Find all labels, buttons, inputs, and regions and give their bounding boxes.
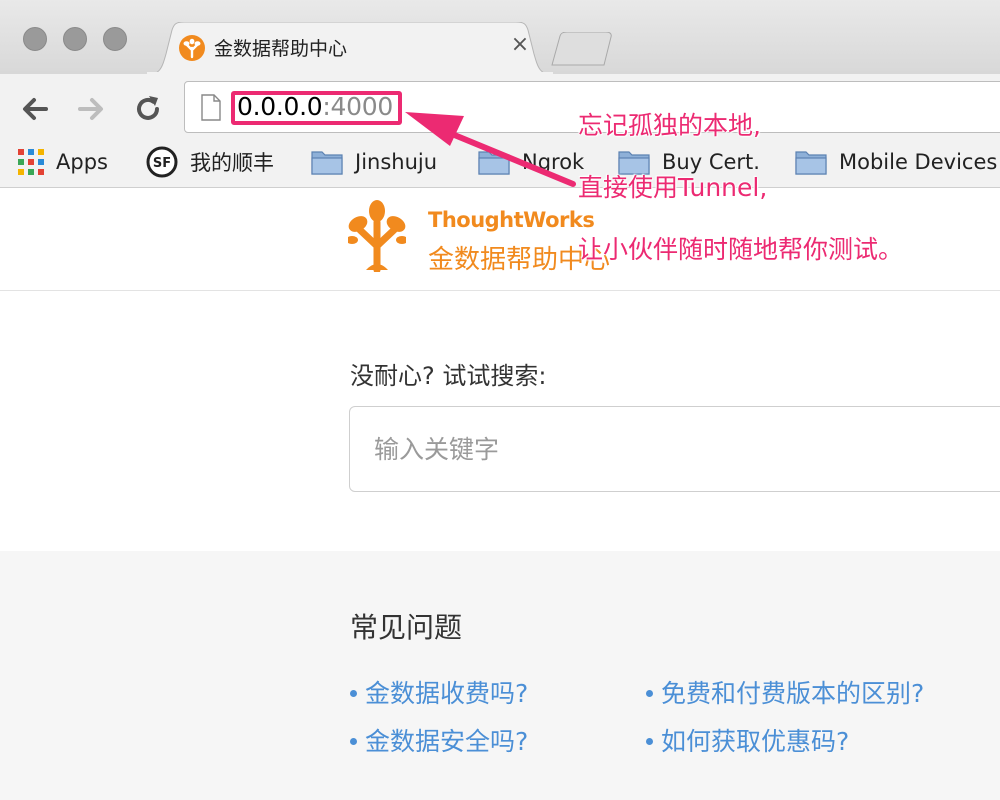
bookmark-folder-mobile-devices[interactable]: Mobile Devices: [795, 140, 997, 184]
faq-link-label: 金数据安全吗?: [365, 727, 529, 756]
bookmark-label: Apps: [56, 150, 108, 174]
svg-text:SF: SF: [153, 156, 171, 171]
faq-link[interactable]: 免费和付费版本的区别?: [646, 674, 924, 710]
bookmark-folder-jinshuju[interactable]: Jinshuju: [311, 140, 437, 184]
url-host: 0.0.0.0: [237, 92, 323, 121]
faq-link[interactable]: 如何获取优惠码?: [646, 722, 849, 758]
bookmark-label: Ngrok: [522, 150, 585, 174]
search-label: 没耐心? 试试搜索:: [350, 362, 547, 390]
bullet-icon: [646, 737, 653, 745]
faq-link[interactable]: 金数据收费吗?: [350, 674, 528, 710]
bookmark-label: Jinshuju: [355, 150, 438, 174]
folder-icon: [795, 149, 827, 175]
folder-icon: [478, 149, 510, 175]
folder-icon: [311, 149, 343, 175]
window-zoom-button[interactable]: [103, 27, 127, 51]
annotation-line-1: 忘记孤独的本地,: [578, 111, 761, 140]
bookmarks-bar: Apps SF 我的顺丰 Jinshuju Ngrok Buy Cert. Mo…: [0, 140, 1000, 188]
faq-link-label: 免费和付费版本的区别?: [661, 679, 925, 708]
faq-link-label: 金数据收费吗?: [365, 679, 529, 708]
bookmark-label: Mobile Devices: [839, 150, 998, 174]
sf-express-icon: SF: [146, 146, 178, 178]
reload-icon[interactable]: [131, 92, 165, 126]
tab-close-icon[interactable]: ×: [508, 32, 532, 57]
bullet-icon: [350, 689, 357, 697]
faq-title: 常见问题: [350, 611, 463, 644]
page-icon: [201, 94, 221, 121]
browser-tab-active[interactable]: 金数据帮助中心 ×: [146, 22, 554, 75]
tab-title: 金数据帮助中心: [214, 38, 348, 60]
bullet-icon: [350, 737, 357, 745]
url-port: :4000: [322, 92, 393, 121]
annotation-line-2: 直接使用Tunnel,: [578, 173, 768, 202]
thoughtworks-tree-logo-icon[interactable]: [348, 200, 406, 272]
brand-name[interactable]: ThoughtWorks: [428, 208, 595, 232]
window-close-button[interactable]: [23, 27, 47, 51]
window-minimize-button[interactable]: [63, 27, 87, 51]
bookmark-apps[interactable]: Apps: [18, 140, 108, 184]
url-text[interactable]: 0.0.0.0:4000: [237, 92, 393, 122]
faq-link-label: 如何获取优惠码?: [661, 727, 850, 756]
forward-arrow-icon[interactable]: [74, 92, 108, 126]
bookmark-folder-ngrok[interactable]: Ngrok: [478, 140, 584, 184]
tab-strip: 金数据帮助中心 ×: [0, 0, 1000, 75]
apps-grid-icon: [18, 149, 44, 175]
bullet-icon: [646, 689, 653, 697]
bookmark-sf-express[interactable]: SF 我的顺丰: [146, 140, 274, 184]
tab-favicon-tree-icon: [179, 35, 205, 61]
bookmark-label: 我的顺丰: [190, 151, 274, 175]
search-input[interactable]: [350, 407, 1000, 491]
new-tab-button[interactable]: [550, 32, 616, 66]
search-box: [349, 406, 1000, 492]
annotation-line-3: 让小伙伴随时随地帮你测试。: [578, 235, 904, 264]
faq-link[interactable]: 金数据安全吗?: [350, 722, 528, 758]
back-arrow-icon[interactable]: [18, 92, 52, 126]
